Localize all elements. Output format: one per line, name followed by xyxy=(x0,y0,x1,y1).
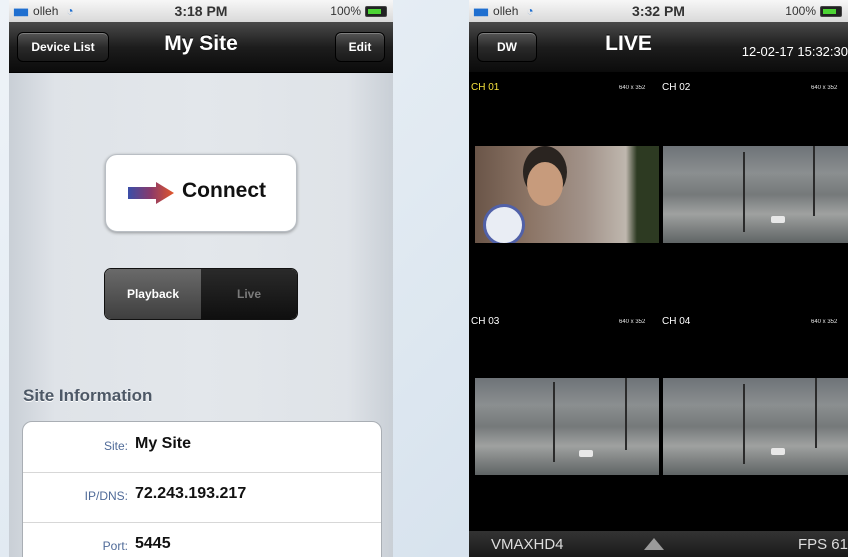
row-value: My Site xyxy=(135,435,192,452)
battery-icon xyxy=(820,6,842,18)
person-image xyxy=(527,162,563,206)
camera-feed-ch02[interactable] xyxy=(663,146,848,243)
page-title: LIVE xyxy=(605,32,652,55)
site-info-table: Site: My Site IP/DNS: 72.243.193.217 Por… xyxy=(22,421,382,557)
pole-image xyxy=(553,382,555,462)
bottom-toolbar: VMAXHD4 FPS 61 xyxy=(469,531,848,557)
mode-segmented-control: Playback Live xyxy=(104,268,298,320)
row-key: IP/DNS: xyxy=(84,489,128,503)
connect-label: Connect xyxy=(182,179,266,202)
connect-button[interactable]: Connect xyxy=(105,154,297,232)
pole-image xyxy=(625,378,627,450)
table-row[interactable]: IP/DNS: 72.243.193.217 xyxy=(23,472,381,523)
section-header: Site Information xyxy=(23,386,153,405)
table-row[interactable]: Port: 5445 xyxy=(23,522,381,557)
live-datetime: 12-02-17 15:32:30 xyxy=(741,44,848,59)
channel-label: CH 02 xyxy=(662,82,691,93)
pole-image xyxy=(813,146,815,216)
battery: 100% xyxy=(330,4,387,18)
clock-image xyxy=(483,204,525,243)
channel-label: CH 01 xyxy=(471,82,500,93)
car-image xyxy=(771,448,785,455)
status-bar: ▮▮▮▮ olleh ◔ 3:18 PM 100% xyxy=(9,0,393,22)
device-name: VMAXHD4 xyxy=(491,536,564,553)
pole-image xyxy=(743,152,745,232)
car-image xyxy=(579,450,593,457)
battery: 100% xyxy=(785,4,842,18)
expand-up-icon[interactable] xyxy=(644,538,664,550)
battery-icon xyxy=(365,6,387,18)
arrow-right-icon xyxy=(128,182,174,204)
nav-bar: Device List My Site Edit xyxy=(9,22,393,73)
pole-image xyxy=(815,378,817,448)
channel-resolution: 640 x 352 xyxy=(811,319,838,325)
channel-label: CH 04 xyxy=(662,316,691,327)
row-value: 72.243.193.217 xyxy=(135,485,247,502)
channel-label: CH 03 xyxy=(471,316,500,327)
playback-segment[interactable]: Playback xyxy=(105,269,201,319)
row-key: Site: xyxy=(103,439,128,453)
edit-button[interactable]: Edit xyxy=(335,32,385,62)
row-value: 5445 xyxy=(135,535,171,552)
car-image xyxy=(771,216,785,223)
nav-bar: DW LIVE 12-02-17 15:32:30 xyxy=(469,22,848,73)
live-screen: ▮▮▮▮ olleh ◔ 3:32 PM 100% DW LIVE 12-02-17… xyxy=(469,0,848,557)
pole-image xyxy=(743,384,745,464)
live-segment[interactable]: Live xyxy=(201,269,297,319)
camera-feed-ch01[interactable] xyxy=(475,146,659,243)
camera-feed-ch03[interactable] xyxy=(475,378,659,475)
camera-feed-ch04[interactable] xyxy=(663,378,848,475)
channel-resolution: 640 x 352 xyxy=(619,319,646,325)
fps-readout: FPS 61 xyxy=(797,536,848,553)
channel-resolution: 640 x 352 xyxy=(811,85,838,91)
status-bar: ▮▮▮▮ olleh ◔ 3:32 PM 100% xyxy=(469,0,848,22)
site-screen: ▮▮▮▮ olleh ◔ 3:18 PM 100% Device List My S… xyxy=(9,0,393,557)
channel-resolution: 640 x 352 xyxy=(619,85,646,91)
row-key: Port: xyxy=(102,539,128,553)
table-row[interactable]: Site: My Site xyxy=(23,422,381,473)
